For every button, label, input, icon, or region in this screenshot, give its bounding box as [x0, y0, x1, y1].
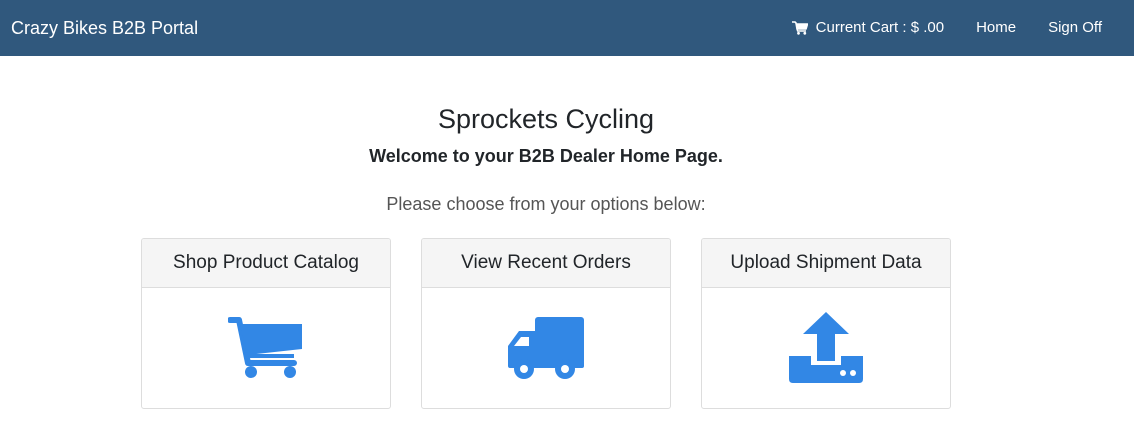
upload-icon: [788, 312, 864, 384]
brand-link[interactable]: Crazy Bikes B2B Portal: [11, 16, 198, 40]
card-body: [422, 288, 670, 408]
truck-icon: [507, 316, 585, 380]
current-cart-label: Current Cart : $ .00: [815, 19, 945, 36]
dealer-name-title: Sprockets Cycling: [437, 104, 655, 134]
card-header: Shop Product Catalog: [142, 239, 390, 288]
options-instruction: Please choose from your options below:: [386, 194, 706, 214]
welcome-subtitle: Welcome to your B2B Dealer Home Page.: [369, 146, 723, 166]
shopping-cart-icon: [228, 316, 304, 380]
sign-off-link[interactable]: Sign Off: [1048, 18, 1102, 38]
card-body: [702, 288, 950, 408]
card-header: Upload Shipment Data: [702, 239, 950, 288]
current-cart-link[interactable]: Current Cart : $ .00: [791, 18, 945, 38]
upload-shipment-data-card[interactable]: Upload Shipment Data: [701, 238, 951, 409]
top-navbar: Crazy Bikes B2B Portal Current Cart : $ …: [0, 0, 1134, 56]
shopping-cart-icon: [791, 21, 808, 35]
home-link[interactable]: Home: [976, 18, 1016, 38]
card-body: [142, 288, 390, 408]
card-header: View Recent Orders: [422, 239, 670, 288]
view-recent-orders-card[interactable]: View Recent Orders: [421, 238, 671, 409]
navbar-menu: Current Cart : $ .00 Home Sign Off: [791, 18, 1102, 38]
shop-product-catalog-card[interactable]: Shop Product Catalog: [141, 238, 391, 409]
